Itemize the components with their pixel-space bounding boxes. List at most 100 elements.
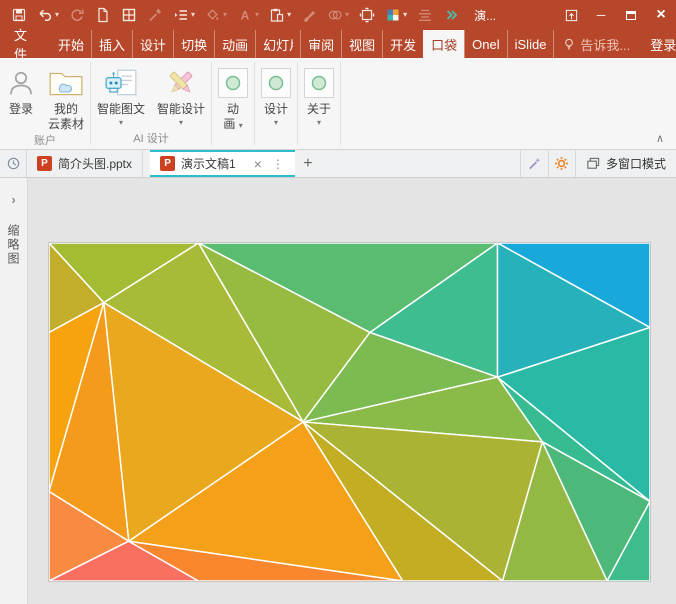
- ribbon-tab-幻灯片[interactable]: 幻灯片: [255, 30, 300, 58]
- tab-bar-right-tools: 多窗口模式: [520, 150, 676, 177]
- dropdown-caret: ▾: [317, 118, 321, 127]
- lightbulb-icon: [562, 37, 576, 51]
- collapsed-thumbnail-pane[interactable]: › 缩略图: [0, 178, 28, 604]
- group-label-account: 账户: [34, 132, 56, 151]
- maximize-button[interactable]: [616, 0, 646, 30]
- dropdown-caret: ▾: [274, 118, 278, 127]
- eyedropper-icon[interactable]: [142, 0, 168, 30]
- new-tab-button[interactable]: +: [295, 150, 321, 177]
- cloud-folder-icon: [48, 64, 84, 102]
- animation-button[interactable]: 动 画 ▾: [212, 62, 254, 149]
- minimize-button[interactable]: ─: [586, 0, 616, 30]
- smart-text-label: 智能图文: [97, 102, 145, 117]
- ribbon-tab-label: 设计: [140, 35, 166, 54]
- animation-label-line1: 动: [227, 102, 239, 117]
- new-document-icon[interactable]: [90, 0, 116, 30]
- multi-window-label: 多窗口模式: [606, 155, 666, 172]
- green-circle-icon: [218, 68, 248, 98]
- multi-window-mode-button[interactable]: 多窗口模式: [575, 150, 676, 177]
- maximize-icon: [626, 11, 636, 20]
- ribbon-tab-label: 切换: [181, 35, 207, 54]
- tell-me-box[interactable]: 告诉我...: [553, 30, 638, 58]
- animation-label-line2: 画 ▾: [223, 117, 242, 132]
- expand-pane-chevron-icon[interactable]: ›: [0, 192, 27, 207]
- ribbon-tab-label: 审阅: [308, 35, 334, 54]
- ribbon-tab-设计[interactable]: 设计: [132, 30, 173, 58]
- ribbon-tab-Onel[interactable]: Onel: [464, 30, 506, 58]
- cloud-materials-label-line1: 我的: [54, 102, 78, 117]
- design-button[interactable]: 设计 ▾: [255, 62, 297, 149]
- tab-file[interactable]: 文件: [0, 30, 41, 58]
- ribbon: 登录 我的 云素材 账户: [0, 58, 676, 150]
- ribbon-tab-row: 文件 开始插入设计切换动画幻灯片审阅视图开发口袋 OneliSlide 告诉我..…: [0, 30, 676, 58]
- ribbon-tab-审阅[interactable]: 审阅: [300, 30, 341, 58]
- ribbon-tab-口袋[interactable]: 口袋: [423, 30, 464, 58]
- svg-text:A: A: [241, 9, 250, 23]
- history-clock-icon: [6, 156, 21, 171]
- dropdown-caret: ▾: [119, 118, 123, 127]
- ribbon-tab-label: 幻灯片: [263, 35, 293, 54]
- ribbon-separator: [340, 62, 341, 145]
- robot-document-icon: [104, 64, 138, 102]
- ribbon-tab-动画[interactable]: 动画: [214, 30, 255, 58]
- ribbon-tab-插入[interactable]: 插入: [91, 30, 132, 58]
- ribbon-tab-开发[interactable]: 开发: [382, 30, 423, 58]
- quick-access-toolbar: ▾▾▾A▾▾▾▾: [0, 0, 464, 30]
- brush-icon[interactable]: [296, 0, 322, 30]
- slide[interactable]: [48, 242, 651, 582]
- ribbon-tab-label: 口袋: [431, 35, 457, 54]
- gear-icon: [554, 156, 569, 171]
- circles-icon[interactable]: ▾: [322, 0, 354, 30]
- ribbon-tab-label: 视图: [349, 35, 375, 54]
- tab-more-icon[interactable]: ⋮: [266, 157, 291, 171]
- collapse-ribbon-button[interactable]: ∧: [656, 132, 664, 145]
- document-tab-2-active[interactable]: P 演示文稿1 × ⋮: [150, 150, 295, 177]
- undo-icon[interactable]: ▾: [32, 0, 64, 30]
- grid-icon[interactable]: [116, 0, 142, 30]
- tell-me-label: 告诉我...: [580, 35, 630, 54]
- multi-window-icon: [586, 156, 601, 171]
- crossed-pencils-icon: [165, 64, 197, 102]
- smart-text-button[interactable]: 智能图文 ▾: [91, 62, 151, 130]
- ribbon-group-animation: 动 画 ▾: [212, 58, 254, 149]
- workspace: › 缩略图: [0, 178, 676, 604]
- close-tab-icon[interactable]: ×: [250, 156, 266, 172]
- cloud-materials-label-line2: 云素材: [48, 117, 84, 132]
- ribbon-tab-label: 插入: [99, 35, 125, 54]
- dropdown-caret: ▾: [179, 118, 183, 127]
- font-color-icon[interactable]: A▾: [232, 0, 264, 30]
- document-tab-1-label: 简介头图.pptx: [58, 155, 132, 172]
- theme-colors-icon[interactable]: ▾: [380, 0, 412, 30]
- redo-icon[interactable]: [64, 0, 90, 30]
- ribbon-tab-iSlide[interactable]: iSlide: [507, 30, 554, 58]
- sign-in-button[interactable]: 登录: [638, 30, 676, 58]
- ribbon-tabs: 开始插入设计切换动画幻灯片审阅视图开发口袋 OneliSlide: [51, 30, 553, 58]
- magic-wand-icon: [527, 156, 542, 171]
- ribbon-group-about: 关于 ▾: [298, 58, 340, 149]
- ribbon-tab-切换[interactable]: 切换: [173, 30, 214, 58]
- title-bar: ▾▾▾A▾▾▾▾ 演... ─ ×: [0, 0, 676, 30]
- center-crop-icon[interactable]: [354, 0, 380, 30]
- ribbon-tab-开始[interactable]: 开始: [51, 30, 91, 58]
- window-title: 演...: [464, 7, 506, 24]
- cloud-materials-button[interactable]: 我的 云素材: [42, 62, 90, 132]
- settings-button[interactable]: [548, 150, 575, 177]
- paste-icon[interactable]: ▾: [264, 0, 296, 30]
- fill-bucket-icon[interactable]: ▾: [200, 0, 232, 30]
- chevrons-icon[interactable]: [438, 0, 464, 30]
- about-button[interactable]: 关于 ▾: [298, 62, 340, 149]
- login-button[interactable]: 登录: [0, 62, 42, 132]
- align-icon[interactable]: [412, 0, 438, 30]
- outline-icon[interactable]: ▾: [168, 0, 200, 30]
- smart-design-button[interactable]: 智能设计 ▾: [151, 62, 211, 130]
- powerpoint-window: ▾▾▾A▾▾▾▾ 演... ─ × 文件 开始插入设计切换动画幻灯片审阅视图开发…: [0, 0, 676, 604]
- ribbon-tab-视图[interactable]: 视图: [341, 30, 382, 58]
- close-button[interactable]: ×: [646, 0, 676, 30]
- session-history-button[interactable]: [0, 150, 27, 177]
- ribbon-display-options-button[interactable]: [556, 0, 586, 30]
- smart-design-label: 智能设计: [157, 102, 205, 117]
- green-circle-icon: [261, 68, 291, 98]
- document-tab-1[interactable]: P 简介头图.pptx: [27, 150, 143, 177]
- ribbon-display-icon: [564, 8, 579, 23]
- magic-wand-button[interactable]: [521, 150, 548, 177]
